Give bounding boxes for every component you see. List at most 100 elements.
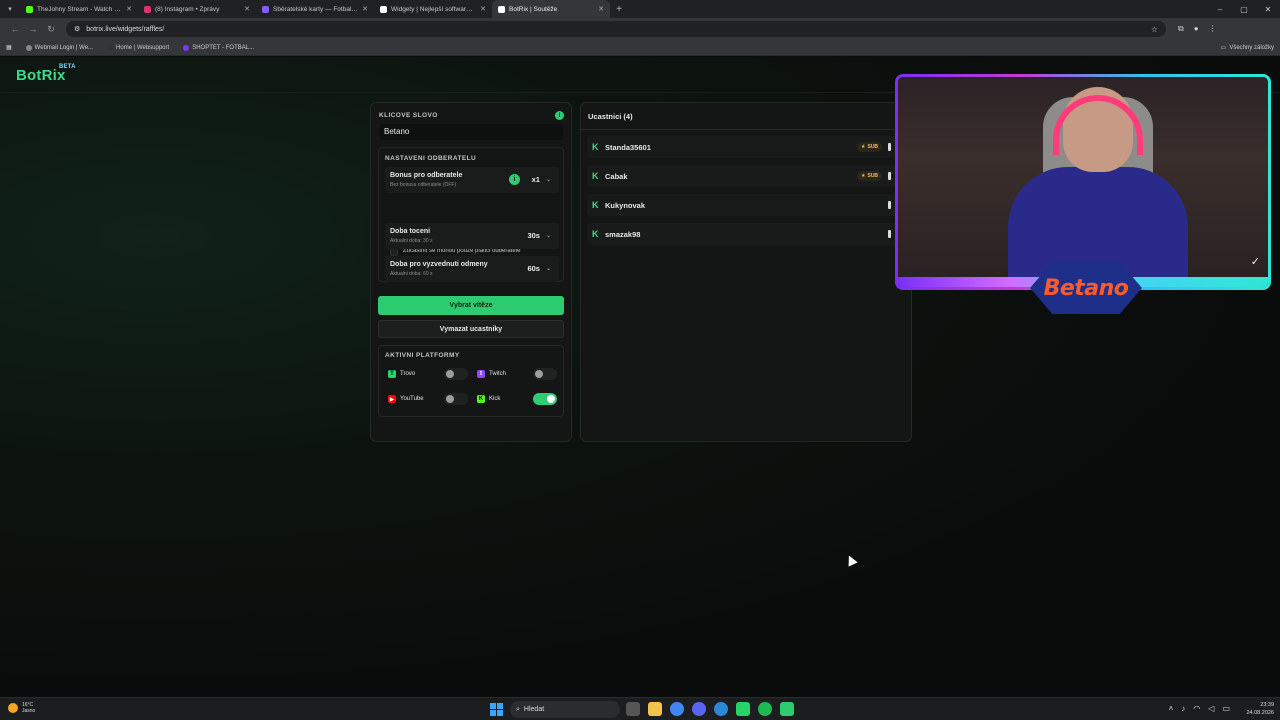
toggle-knob [446, 395, 454, 403]
tab-title: TheJohny Stream - Watch Live [37, 5, 123, 13]
back-icon[interactable]: ← [6, 24, 24, 34]
bookmark-2[interactable]: SHOPTET - FOTBAL... [183, 44, 254, 51]
battery-icon[interactable]: ▭ [1222, 704, 1230, 713]
participant-row[interactable]: K Kukynovak [587, 194, 905, 216]
subscriber-settings: NASTAVENI ODBERATELU Bonus pro odberatel… [378, 147, 564, 282]
maximize-icon[interactable]: ▢ [1232, 0, 1256, 18]
close-icon[interactable]: ✕ [244, 5, 250, 13]
sub-badge-label: SUB [867, 144, 879, 150]
platform-label: Trovo [400, 371, 416, 377]
discord-icon[interactable] [692, 702, 706, 716]
spotify-icon[interactable] [758, 702, 772, 716]
keyword-title: KLICOVE SLOVO [379, 112, 438, 119]
tab-1[interactable]: (8) Instagram • Zprávy ✕ [138, 0, 256, 18]
platforms-box: AKTIVNI PLATFORMY T Trovo t Twitch ▶ You… [378, 345, 564, 417]
tab-title: (8) Instagram • Zprávy [155, 5, 220, 13]
tab-title: BotRix | Soutěže [509, 5, 558, 13]
row-edge [888, 230, 891, 238]
network-icon[interactable]: ◠ [1193, 704, 1200, 713]
microphone-icon[interactable]: ♪ [1181, 704, 1185, 713]
extensions-icon[interactable]: ⧉ [1178, 24, 1184, 34]
subs-only-checkbox[interactable] [390, 248, 398, 256]
claim-value: 60s [527, 264, 540, 273]
claim-label: Doba pro vyzvednuti odmeny [390, 261, 488, 268]
botrix-logo[interactable]: BotRix BETA [16, 64, 76, 84]
tab-search-icon[interactable]: ▾ [0, 0, 20, 18]
subscriber-settings-title: NASTAVENI ODBERATELU [385, 155, 477, 162]
participant-name: Cabak [605, 172, 628, 181]
edge-icon[interactable] [714, 702, 728, 716]
reload-icon[interactable]: ↻ [42, 24, 60, 35]
new-tab-button[interactable]: + [610, 0, 628, 18]
streaming-app-icon[interactable] [780, 702, 794, 716]
info-icon[interactable]: i [509, 174, 520, 185]
info-icon[interactable]: i [555, 111, 564, 120]
keyword-input[interactable]: Betano [379, 124, 563, 140]
twitch-toggle[interactable] [533, 368, 557, 380]
kick-favicon-icon [26, 5, 33, 13]
all-bookmarks-label: Všechny záložky [1229, 44, 1274, 51]
bookmark-icon [25, 44, 32, 51]
toggle-knob [535, 370, 543, 378]
whatsapp-icon[interactable] [736, 702, 750, 716]
close-window-icon[interactable]: ✕ [1256, 0, 1280, 18]
tab-4-active[interactable]: BotRix | Soutěže ✕ [492, 0, 610, 18]
taskbar-search[interactable]: ⌕ Hledat [510, 701, 620, 718]
weather-widget[interactable]: 16°C Jasno [8, 702, 35, 714]
windows-start-icon[interactable] [490, 703, 503, 716]
system-tray: ˄ ♪ ◠ ◁ ▭ [1169, 704, 1230, 713]
close-icon[interactable]: ✕ [362, 5, 368, 13]
close-icon[interactable]: ✕ [480, 5, 486, 13]
spin-value: 30s [527, 231, 540, 240]
close-icon[interactable]: ✕ [598, 5, 604, 13]
bookmark-1[interactable]: Home | Websupport [107, 44, 169, 51]
all-bookmarks-button[interactable]: ▭ Všechny záložky [1220, 44, 1274, 52]
twitch-icon: t [477, 370, 485, 378]
chevron-up-icon[interactable]: ˄ [1169, 704, 1174, 713]
chevron-down-icon: ⌄ [545, 266, 551, 272]
close-icon[interactable]: ✕ [126, 5, 132, 13]
volume-icon[interactable]: ◁ [1208, 704, 1214, 713]
apps-icon[interactable]: ▦ [6, 44, 12, 51]
forward-icon[interactable]: → [24, 24, 42, 34]
row-edge [888, 172, 891, 180]
kick-toggle[interactable] [533, 393, 557, 405]
bookmark-star-icon[interactable]: ☆ [1151, 25, 1158, 34]
instagram-favicon-icon [144, 5, 151, 13]
tab-title: Sběratelské karty — Fotbalovey [273, 5, 359, 13]
site-info-icon[interactable]: ⚙ [74, 25, 80, 33]
bonus-select[interactable]: x1 ⌄ [532, 175, 551, 184]
clock[interactable]: 23:39 24.08.2026 [1246, 701, 1274, 717]
clock-time: 23:39 [1260, 702, 1274, 708]
star-icon: ★ [861, 144, 866, 150]
ea-fc-logo-icon: ✓ [1250, 256, 1260, 268]
chrome-icon[interactable] [670, 702, 684, 716]
tab-3[interactable]: Widgety | Nejlepší software pro ✕ [374, 0, 492, 18]
trovo-toggle[interactable] [444, 368, 468, 380]
folder-icon: ▭ [1220, 45, 1227, 51]
platform-label: Twitch [489, 371, 507, 377]
browser-toolbar: ← → ↻ ⚙ botrix.live/widgets/raffles/ ☆ ⧉… [0, 18, 1280, 40]
profile-icon[interactable]: ● [1194, 24, 1199, 34]
row-edge [888, 201, 891, 209]
address-bar[interactable]: ⚙ botrix.live/widgets/raffles/ ☆ [66, 21, 1166, 37]
file-explorer-icon[interactable] [648, 702, 662, 716]
minimize-icon[interactable]: – [1208, 0, 1232, 18]
menu-icon[interactable]: ⋮ [1209, 24, 1217, 34]
tab-0[interactable]: TheJohny Stream - Watch Live ✕ [20, 0, 138, 18]
participant-row[interactable]: K Cabak ★ SUB [587, 165, 905, 187]
kick-icon: K [592, 142, 599, 152]
participant-row[interactable]: K smazak98 [587, 223, 905, 245]
participant-row[interactable]: K Standa35601 ★ SUB [587, 136, 905, 158]
webcam-feed: ✓ [898, 77, 1268, 277]
kick-icon: K [592, 229, 599, 239]
task-view-icon[interactable] [626, 702, 640, 716]
clear-participants-button[interactable]: Vymazat ucastniky [378, 320, 564, 338]
tab-2[interactable]: Sběratelské karty — Fotbalovey ✕ [256, 0, 374, 18]
spin-select[interactable]: 30s ⌄ [527, 231, 551, 240]
claim-select[interactable]: 60s ⌄ [527, 264, 551, 273]
bookmark-0[interactable]: Webmail Login | We... [25, 44, 93, 51]
youtube-toggle[interactable] [444, 393, 468, 405]
pick-winner-button[interactable]: Vybrat vítěze [378, 296, 564, 315]
row-edge [888, 143, 891, 151]
